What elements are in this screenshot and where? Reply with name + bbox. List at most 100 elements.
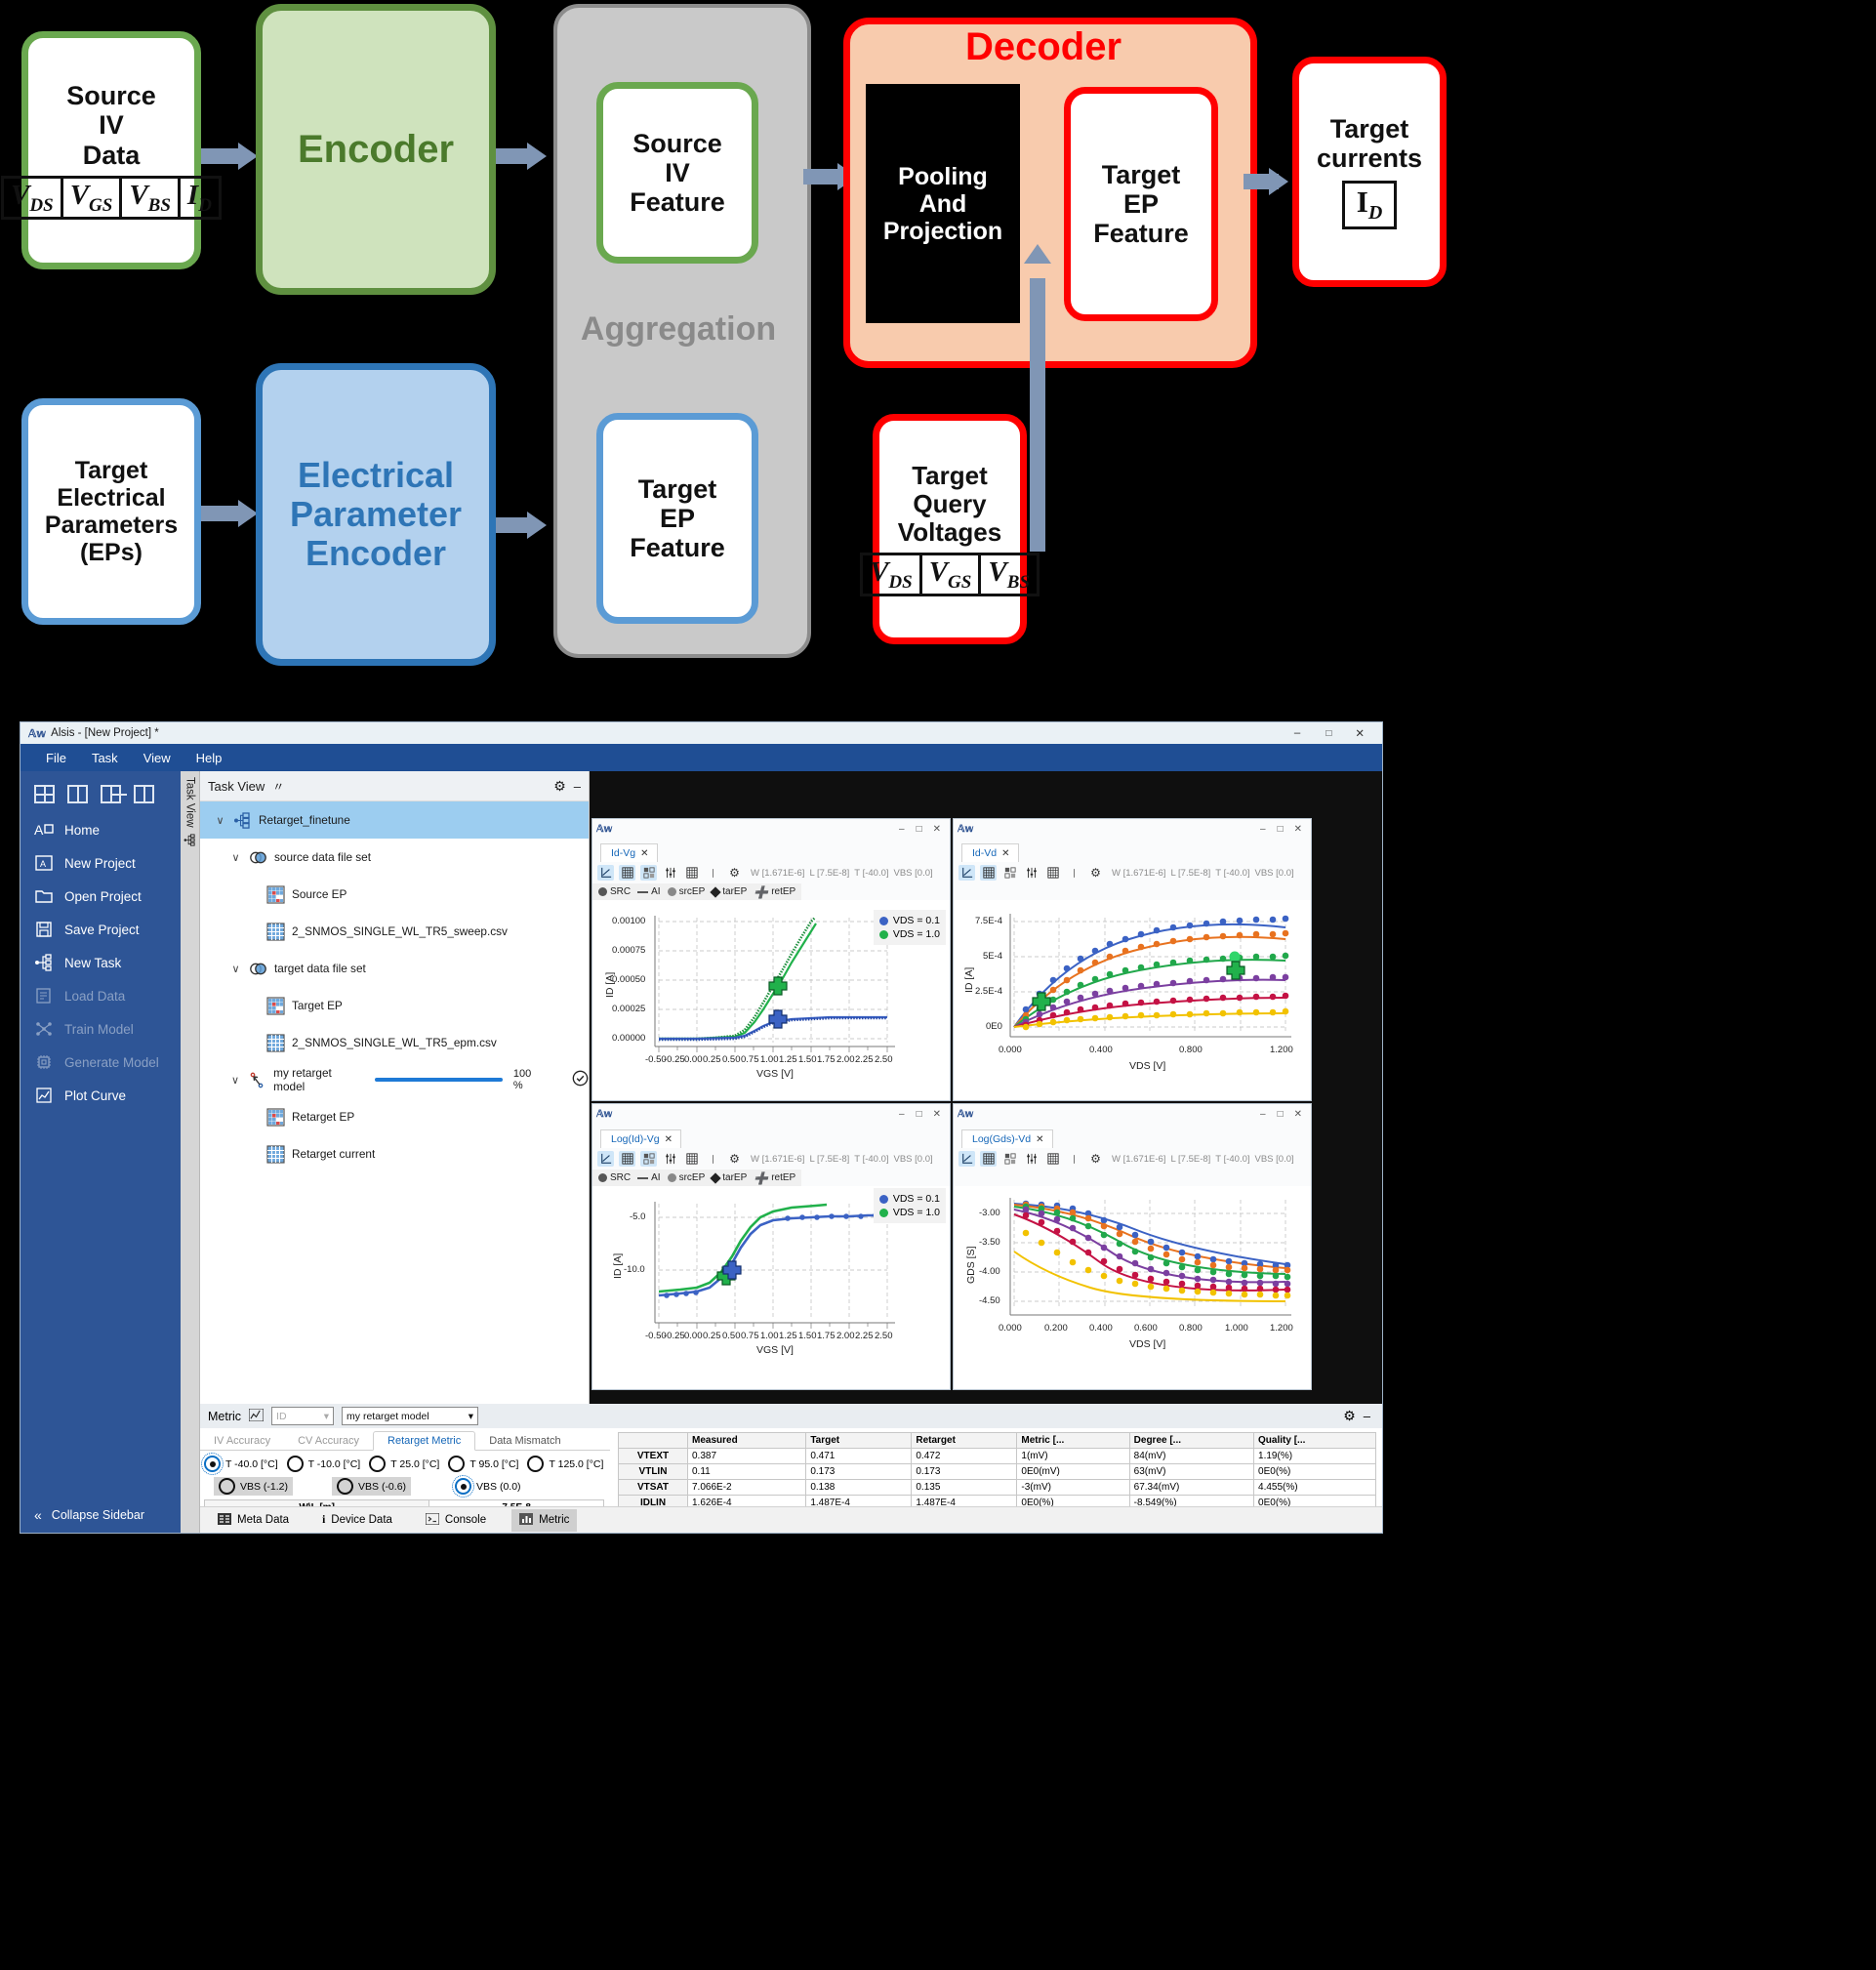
minimize-icon[interactable]: –: [1254, 1109, 1272, 1120]
sidebar-item-plot-curve[interactable]: Plot Curve: [20, 1079, 181, 1112]
radio-t-25[interactable]: T 25.0 [°C]: [369, 1456, 439, 1472]
close-icon[interactable]: ✕: [928, 1109, 946, 1120]
sidebar-item-generate-model[interactable]: Generate Model: [20, 1046, 181, 1079]
plot-canvas-id-vd[interactable]: ID [A] 7.5E-4 5E-4 2.5E-4 0E0 0.000 0.40…: [954, 900, 1311, 1100]
gear-icon[interactable]: ⚙: [1087, 865, 1104, 881]
table-row[interactable]: VTEXT 0.387 0.471 0.472 1(mV) 84(mV) 1.1…: [618, 1448, 1376, 1464]
sliders-icon[interactable]: [1023, 865, 1040, 881]
layout-quad-icon[interactable]: [34, 785, 55, 803]
tab-logid-vg[interactable]: Log(Id)-Vg ✕: [600, 1129, 681, 1148]
tree-item-target-ep[interactable]: Target EP: [200, 987, 589, 1024]
layout-split-icon[interactable]: [67, 785, 88, 803]
subplot-icon[interactable]: [1001, 1151, 1018, 1167]
close-icon[interactable]: ✕: [1289, 1109, 1307, 1120]
close-icon[interactable]: ✕: [1036, 1134, 1043, 1145]
tree-item-target-epm-csv[interactable]: 2_SNMOS_SINGLE_WL_TR5_epm.csv: [200, 1024, 589, 1061]
close-icon[interactable]: ✕: [640, 848, 648, 859]
tree-item-retarget-finetune[interactable]: ∨ Retarget_finetune: [200, 801, 589, 839]
minimize-icon[interactable]: –: [893, 1109, 911, 1120]
gear-icon[interactable]: ⚙: [726, 1151, 743, 1167]
status-tab-metric[interactable]: Metric: [511, 1508, 578, 1532]
status-tab-device-data[interactable]: i Device Data: [314, 1510, 400, 1530]
minimize-icon[interactable]: –: [893, 824, 911, 835]
cursor-icon[interactable]: ∣: [1066, 1151, 1082, 1167]
plot-canvas-logid-vg[interactable]: ID [A] -5.0 -10.0 -0.50 -0.25 0.00 0.25 …: [592, 1186, 950, 1389]
table-row[interactable]: VTLIN 0.11 0.173 0.173 0E0(mV) 63(mV) 0E…: [618, 1463, 1376, 1480]
collapse-sidebar-button[interactable]: « Collapse Sidebar: [20, 1498, 181, 1533]
task-view-strip[interactable]: Task View: [181, 771, 200, 1533]
radio-t-125[interactable]: T 125.0 [°C]: [527, 1456, 603, 1472]
status-tab-console[interactable]: Console: [418, 1509, 494, 1532]
plot-axes-icon[interactable]: [958, 865, 975, 882]
plot-axes-icon[interactable]: [597, 1151, 614, 1167]
sidebar-item-open-project[interactable]: Open Project: [20, 880, 181, 913]
close-icon[interactable]: ✕: [1001, 848, 1009, 859]
sidebar-item-train-model[interactable]: Train Model: [20, 1012, 181, 1046]
chevron-down-icon[interactable]: ∨: [229, 1074, 241, 1087]
sliders-icon[interactable]: [662, 865, 678, 881]
window-close-button[interactable]: ✕: [1343, 726, 1378, 740]
radio-t--10[interactable]: T -10.0 [°C]: [286, 1456, 360, 1472]
chevron-down-icon[interactable]: ∨: [214, 814, 226, 827]
radio-t-95[interactable]: T 95.0 [°C]: [448, 1456, 518, 1472]
collapse-all-icon[interactable]: 〃: [272, 778, 284, 795]
table-icon[interactable]: [1044, 865, 1061, 881]
tab-id-vg[interactable]: Id-Vg ✕: [600, 843, 658, 863]
tab-iv-accuracy[interactable]: IV Accuracy: [200, 1432, 284, 1450]
metric-chart-icon[interactable]: [248, 1408, 265, 1424]
grid-icon[interactable]: [619, 865, 635, 882]
radio-vbs--0.6[interactable]: VBS (-0.6): [332, 1477, 412, 1496]
subplot-icon[interactable]: [640, 1151, 657, 1167]
plot-axes-icon[interactable]: [958, 1151, 975, 1167]
gear-icon[interactable]: ⚙: [1343, 1408, 1356, 1424]
sidebar-item-new-task[interactable]: New Task: [20, 946, 181, 979]
tab-cv-accuracy[interactable]: CV Accuracy: [284, 1432, 373, 1450]
chevron-down-icon[interactable]: ∨: [229, 963, 242, 975]
layout-three-icon[interactable]: [101, 785, 127, 803]
subplot-icon[interactable]: [640, 865, 657, 882]
grid-icon[interactable]: [980, 865, 997, 882]
sidebar-item-home[interactable]: A Home: [20, 813, 181, 846]
tab-loggds-vd[interactable]: Log(Gds)-Vd ✕: [961, 1129, 1053, 1148]
subplot-icon[interactable]: [1001, 865, 1018, 881]
tree-item-source-ep[interactable]: Source EP: [200, 876, 589, 913]
tab-id-vd[interactable]: Id-Vd ✕: [961, 843, 1019, 863]
tab-data-mismatch[interactable]: Data Mismatch: [475, 1432, 574, 1450]
layout-two-icon[interactable]: [134, 785, 154, 803]
minimize-icon[interactable]: –: [1364, 1409, 1374, 1423]
plot-axes-icon[interactable]: [597, 865, 614, 882]
menu-item-task[interactable]: Task: [92, 751, 118, 765]
table-icon[interactable]: [683, 865, 700, 881]
close-icon[interactable]: ✕: [1289, 824, 1307, 835]
tree-item-retarget-current[interactable]: Retarget current: [200, 1135, 589, 1172]
sidebar-item-new-project[interactable]: A New Project: [20, 846, 181, 880]
gear-icon[interactable]: ⚙: [1087, 1151, 1104, 1167]
radio-vbs-0.0[interactable]: VBS (0.0): [450, 1475, 526, 1498]
tree-item-source-sweep-csv[interactable]: 2_SNMOS_SINGLE_WL_TR5_sweep.csv: [200, 913, 589, 950]
radio-t--40[interactable]: T -40.0 [°C]: [201, 1453, 278, 1475]
chevron-down-icon[interactable]: ∨: [229, 851, 242, 864]
plot-canvas-id-vg[interactable]: ID [A] 0.00100 0.00075 0.00050 0.00025 0…: [592, 900, 950, 1100]
menu-item-view[interactable]: View: [143, 751, 171, 765]
sliders-icon[interactable]: [662, 1151, 678, 1167]
close-icon[interactable]: ✕: [665, 1134, 673, 1145]
sidebar-item-load-data[interactable]: Load Data: [20, 979, 181, 1012]
grid-icon[interactable]: [980, 1151, 997, 1167]
sliders-icon[interactable]: [1023, 1151, 1040, 1167]
tree-item-my-retarget-model[interactable]: ∨ my retarget model 100 %: [200, 1061, 589, 1098]
table-row[interactable]: VTSAT 7.066E-2 0.138 0.135 -3(mV) 67.34(…: [618, 1479, 1376, 1496]
tree-item-target-data-file-set[interactable]: ∨ target data file set: [200, 950, 589, 987]
metric-id-select[interactable]: ID ▾: [271, 1407, 335, 1425]
minimize-icon[interactable]: –: [1254, 824, 1272, 835]
window-maximize-button[interactable]: □: [1314, 728, 1343, 739]
maximize-icon[interactable]: □: [911, 1109, 928, 1120]
menu-item-file[interactable]: File: [46, 751, 66, 765]
tab-retarget-metric[interactable]: Retarget Metric: [373, 1431, 476, 1451]
minimize-icon[interactable]: –: [574, 779, 581, 794]
cursor-icon[interactable]: ∣: [1066, 865, 1082, 881]
radio-vbs--1.2[interactable]: VBS (-1.2): [214, 1477, 294, 1496]
maximize-icon[interactable]: □: [1272, 1109, 1289, 1120]
cursor-icon[interactable]: ∣: [705, 1151, 721, 1167]
tree-item-source-data-file-set[interactable]: ∨ source data file set: [200, 839, 589, 876]
window-minimize-button[interactable]: –: [1281, 727, 1314, 739]
